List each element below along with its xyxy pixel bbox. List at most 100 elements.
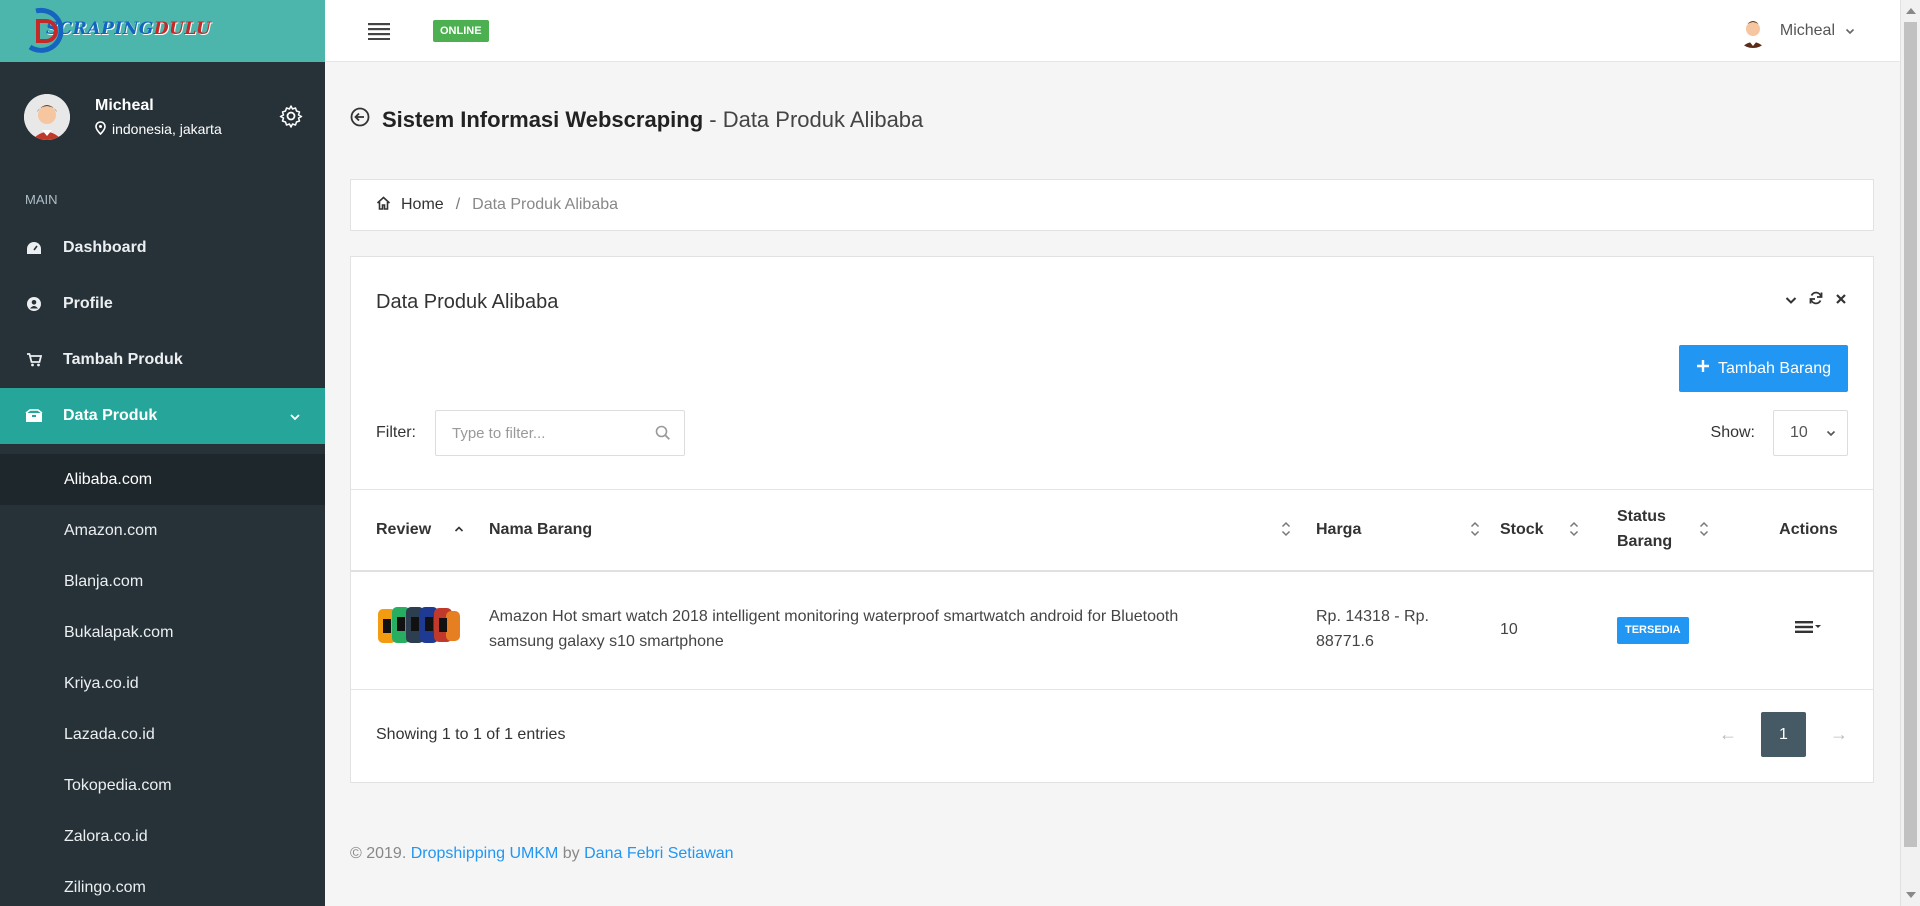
column-header-label: Nama Barang — [489, 520, 593, 538]
chevron-down-icon — [1845, 22, 1855, 40]
row-actions-cell — [1754, 571, 1873, 690]
scroll-up-icon[interactable] — [1906, 8, 1916, 14]
sidebar-user-name: Micheal — [95, 96, 154, 114]
products-table: Review Nama Barang Harga Stock Status Ba… — [351, 489, 1873, 690]
back-arrow-icon[interactable] — [350, 107, 370, 133]
submenu-item-zilingo[interactable]: Zilingo.com — [0, 862, 325, 906]
sidebar-item-label: Profile — [63, 295, 113, 312]
location-text: indonesia, jakarta — [112, 121, 222, 137]
page-title-rest: - Data Produk Alibaba — [703, 107, 924, 132]
panel-title: Data Produk Alibaba — [376, 291, 559, 313]
sidebar-section-main: MAIN — [25, 192, 58, 207]
product-thumbnail-cell — [351, 571, 489, 690]
scrollbar-thumb[interactable] — [1904, 22, 1917, 847]
submenu-item-amazon[interactable]: Amazon.com — [0, 505, 325, 556]
close-icon[interactable] — [1835, 292, 1847, 310]
price-line: Rp. 14318 - Rp. — [1316, 608, 1429, 626]
topbar-user-name: Micheal — [1779, 22, 1835, 39]
avatar — [1735, 14, 1770, 48]
column-header-label: Status — [1617, 507, 1666, 525]
status-badge: TERSEDIA — [1617, 616, 1689, 644]
column-header-status[interactable]: Status Barang — [1617, 490, 1754, 571]
sort-both-icon — [1281, 520, 1291, 543]
breadcrumb-separator: / — [455, 196, 461, 213]
product-stock: 10 — [1500, 620, 1518, 638]
sidebar-item-tambah-produk[interactable]: Tambah Produk — [0, 332, 325, 388]
sidebar-submenu: Alibaba.com Amazon.com Blanja.com Bukala… — [0, 454, 325, 906]
column-header-label: Barang — [1617, 532, 1673, 550]
column-header-stock[interactable]: Stock — [1500, 490, 1617, 571]
submenu-item-lazada[interactable]: Lazada.co.id — [0, 709, 325, 760]
dashboard-icon — [25, 239, 43, 257]
map-pin-icon — [95, 120, 106, 138]
gear-icon[interactable] — [279, 104, 303, 128]
page-size-select[interactable]: 10 — [1773, 410, 1848, 456]
breadcrumb-home-link[interactable]: Home — [401, 196, 444, 214]
filter-label: Filter: — [376, 424, 416, 441]
page-size-value: 10 — [1790, 424, 1808, 441]
filter-input[interactable] — [435, 410, 685, 456]
pagination: ← 1 → — [1719, 712, 1848, 757]
sidebar-user: Micheal indonesia, jakarta — [0, 62, 325, 172]
submenu-item-tokopedia[interactable]: Tokopedia.com — [0, 760, 325, 811]
column-header-label: Harga — [1316, 520, 1362, 538]
table-info: Showing 1 to 1 of 1 entries — [376, 726, 566, 743]
reload-icon[interactable] — [1809, 291, 1823, 310]
sidebar-user-location: indonesia, jakarta — [95, 120, 222, 138]
next-page-button[interactable]: → — [1830, 724, 1848, 745]
footer-by: by — [558, 845, 585, 862]
footer-copyright: © 2019. — [350, 845, 411, 862]
column-header-label: Stock — [1500, 520, 1544, 538]
sidebar-item-data-produk[interactable]: Data Produk — [0, 388, 325, 444]
table-row: Amazon Hot smart watch 2018 intelligent … — [351, 571, 1873, 690]
search-icon — [655, 425, 671, 441]
breadcrumb-current: Data Produk Alibaba — [472, 196, 619, 213]
column-header-name[interactable]: Nama Barang — [489, 490, 1316, 571]
add-item-button[interactable]: Tambah Barang — [1679, 345, 1848, 392]
page-title-strong: Sistem Informasi Webscraping — [382, 107, 704, 132]
user-circle-icon — [25, 295, 43, 313]
submenu-item-blanja[interactable]: Blanja.com — [0, 556, 325, 607]
product-price: Rp. 14318 - Rp. 88771.6 — [1316, 571, 1500, 690]
show-label: Show: — [1710, 424, 1755, 441]
submenu-item-kriya[interactable]: Kriya.co.id — [0, 658, 325, 709]
sidebar-item-profile[interactable]: Profile — [0, 276, 325, 332]
online-status-badge: ONLINE — [433, 20, 489, 42]
plus-icon — [1696, 359, 1710, 378]
panel-tools — [1785, 291, 1847, 310]
page-button-current[interactable]: 1 — [1761, 712, 1806, 757]
table-header-row: Review Nama Barang Harga Stock Status Ba… — [351, 489, 1873, 571]
hamburger-menu-icon[interactable] — [368, 22, 390, 40]
product-thumbnail[interactable] — [376, 606, 462, 653]
topbar-user-menu[interactable]: Micheal — [1735, 14, 1855, 48]
collapse-icon[interactable] — [1785, 292, 1797, 310]
scroll-down-icon[interactable] — [1906, 892, 1916, 898]
submenu-item-zalora[interactable]: Zalora.co.id — [0, 811, 325, 862]
brand-logo[interactable]: SCRAPINGDULU — [0, 0, 325, 62]
data-panel: Data Produk Alibaba Tambah Barang Filter… — [350, 256, 1874, 783]
sort-both-icon — [1470, 520, 1480, 543]
avatar — [24, 94, 70, 140]
brand-name: SCRAPINGDULU — [46, 19, 212, 39]
price-line: 88771.6 — [1316, 633, 1374, 651]
chevron-down-icon — [289, 408, 301, 426]
footer: © 2019. Dropshipping UMKM by Dana Febri … — [350, 845, 734, 863]
topbar: ONLINE Micheal — [325, 0, 1900, 62]
sidebar-item-dashboard[interactable]: Dashboard — [0, 220, 325, 276]
footer-link-project[interactable]: Dropshipping UMKM — [411, 845, 559, 862]
sort-asc-icon — [454, 520, 464, 538]
prev-page-button[interactable]: ← — [1719, 724, 1737, 745]
row-actions-menu-icon[interactable] — [1794, 620, 1823, 638]
page-scrollbar[interactable] — [1900, 0, 1920, 906]
logo-icon — [22, 7, 66, 55]
submenu-item-bukalapak[interactable]: Bukalapak.com — [0, 607, 325, 658]
sort-both-icon — [1699, 520, 1709, 547]
sidebar-item-label: Dashboard — [63, 239, 147, 256]
product-status-cell: TERSEDIA — [1617, 571, 1754, 690]
footer-link-author[interactable]: Dana Febri Setiawan — [584, 845, 733, 862]
column-header-price[interactable]: Harga — [1316, 490, 1500, 571]
submenu-item-alibaba[interactable]: Alibaba.com — [0, 454, 325, 505]
column-header-review[interactable]: Review — [351, 490, 489, 571]
column-header-label: Review — [376, 520, 432, 538]
home-icon — [376, 195, 391, 215]
